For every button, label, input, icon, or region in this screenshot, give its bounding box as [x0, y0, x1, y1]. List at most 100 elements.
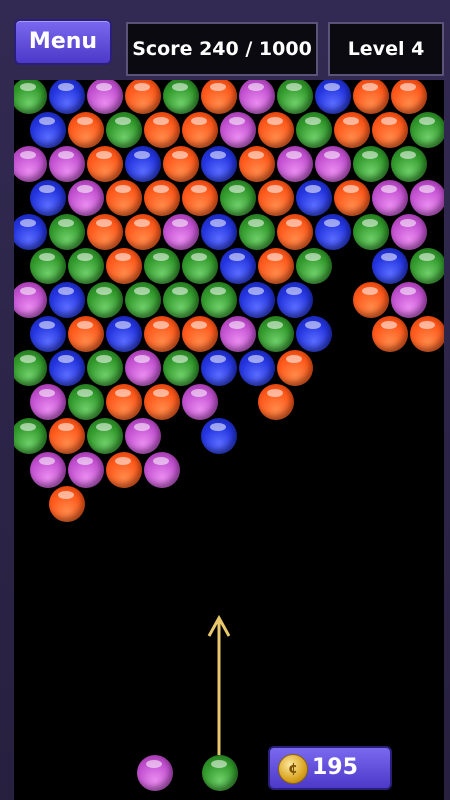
- bubble-red: [239, 146, 275, 182]
- bubble-red: [106, 384, 142, 420]
- bubble-purple: [125, 418, 161, 454]
- menu-button[interactable]: Menu: [14, 19, 112, 65]
- bubble-green: [353, 214, 389, 250]
- bubble-blue: [30, 180, 66, 216]
- bubble-purple: [410, 180, 444, 216]
- bubble-purple: [315, 146, 351, 182]
- bubble-purple: [372, 180, 408, 216]
- bubble-red: [410, 316, 444, 352]
- bubble-blue: [106, 316, 142, 352]
- bubble-blue: [49, 282, 85, 318]
- bubble-green: [410, 248, 444, 284]
- bubble-red: [68, 112, 104, 148]
- shooter-bubble[interactable]: [202, 755, 238, 791]
- bubble-green: [68, 248, 104, 284]
- bubble-purple: [391, 282, 427, 318]
- bubble-purple: [220, 316, 256, 352]
- bubble-green: [163, 282, 199, 318]
- bubble-green: [296, 112, 332, 148]
- bubble-red: [144, 112, 180, 148]
- bubble-green: [49, 214, 85, 250]
- bubble-red: [49, 486, 85, 522]
- bubble-blue: [220, 248, 256, 284]
- bubble-purple: [182, 384, 218, 420]
- bubble-green: [68, 384, 104, 420]
- bubble-red: [182, 112, 218, 148]
- bubble-purple: [68, 180, 104, 216]
- coin-count: 195: [312, 755, 358, 780]
- bubble-blue: [201, 146, 237, 182]
- bubble-green: [391, 146, 427, 182]
- bubble-red: [334, 112, 370, 148]
- bubble-purple: [49, 146, 85, 182]
- bubble-green: [258, 316, 294, 352]
- bubble-green: [144, 248, 180, 284]
- bubble-red: [182, 316, 218, 352]
- bubble-blue: [239, 350, 275, 386]
- bubble-red: [68, 316, 104, 352]
- bubble-green: [87, 350, 123, 386]
- bubble-red: [372, 316, 408, 352]
- bubble-red: [277, 350, 313, 386]
- score-display: Score 240 / 1000: [126, 22, 318, 76]
- bubble-red: [258, 180, 294, 216]
- bubble-red: [87, 214, 123, 250]
- bubble-red: [125, 214, 161, 250]
- bubble-purple: [68, 452, 104, 488]
- bubble-blue: [372, 248, 408, 284]
- bubble-blue: [30, 112, 66, 148]
- coin-icon: ¢: [278, 754, 308, 784]
- bubble-red: [87, 146, 123, 182]
- bubble-purple: [144, 452, 180, 488]
- bubble-red: [106, 180, 142, 216]
- bubble-blue: [201, 350, 237, 386]
- bubble-green: [201, 282, 237, 318]
- bubble-green: [87, 282, 123, 318]
- bubble-blue: [277, 282, 313, 318]
- bubble-green: [30, 248, 66, 284]
- bubble-blue: [315, 214, 351, 250]
- bubble-red: [182, 180, 218, 216]
- bubble-purple: [277, 146, 313, 182]
- bubble-purple: [163, 214, 199, 250]
- bubble-red: [258, 248, 294, 284]
- bubble-red: [258, 384, 294, 420]
- bubble-blue: [125, 146, 161, 182]
- bubble-red: [106, 248, 142, 284]
- bubble-red: [353, 282, 389, 318]
- bubble-green: [410, 112, 444, 148]
- level-display: Level 4: [328, 22, 444, 76]
- bubble-purple: [220, 112, 256, 148]
- bubble-purple: [391, 214, 427, 250]
- bubble-green: [125, 282, 161, 318]
- bubble-red: [372, 112, 408, 148]
- bubble-purple: [30, 384, 66, 420]
- bubble-green: [296, 248, 332, 284]
- bubble-green: [182, 248, 218, 284]
- bubble-blue: [239, 282, 275, 318]
- next-bubble: [137, 755, 173, 791]
- bubble-green: [163, 350, 199, 386]
- bubble-green: [353, 146, 389, 182]
- bubble-red: [49, 418, 85, 454]
- bubble-blue: [296, 316, 332, 352]
- bubble-purple: [30, 452, 66, 488]
- bubble-red: [258, 112, 294, 148]
- bubble-blue: [296, 180, 332, 216]
- bubble-red: [163, 146, 199, 182]
- bubble-green: [220, 180, 256, 216]
- bubble-red: [144, 316, 180, 352]
- bubble-red: [106, 452, 142, 488]
- bubble-purple: [125, 350, 161, 386]
- bubble-green: [106, 112, 142, 148]
- bubble-green: [239, 214, 275, 250]
- bubble-red: [334, 180, 370, 216]
- coin-counter[interactable]: ¢ 195: [268, 746, 392, 790]
- bubble-blue: [49, 350, 85, 386]
- bubble-board[interactable]: [14, 80, 444, 800]
- bubble-green: [87, 418, 123, 454]
- bubble-red: [144, 180, 180, 216]
- bubble-red: [144, 384, 180, 420]
- bubble-blue: [201, 214, 237, 250]
- bubble-blue: [201, 418, 237, 454]
